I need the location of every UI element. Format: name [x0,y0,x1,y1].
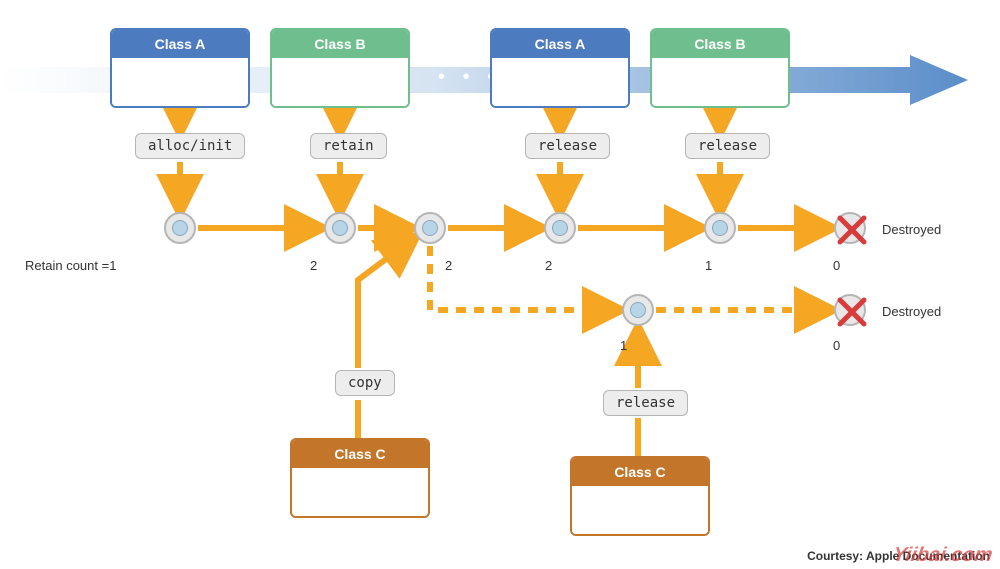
class-c-2: Class C [570,456,710,536]
class-header: Class A [112,30,248,58]
op-release-3: release [603,390,688,416]
diagram-canvas: Class A Class B • • • Class A Class B al… [0,0,1000,569]
count-2b: 2 [445,258,452,273]
destroyed-label-2: Destroyed [882,304,941,319]
count-2a: 2 [310,258,317,273]
retain-node-4 [544,212,576,244]
count-0a: 0 [833,258,840,273]
retain-node-5 [704,212,736,244]
count-1b: 1 [620,338,627,353]
class-b-2: Class B [650,28,790,108]
class-b-1: Class B [270,28,410,108]
op-copy: copy [335,370,395,396]
destroyed-node-1 [834,212,866,244]
watermark: Yiibai.com [891,544,994,567]
count-1a: 1 [705,258,712,273]
op-release-2: release [685,133,770,159]
count-2c: 2 [545,258,552,273]
op-alloc-init: alloc/init [135,133,245,159]
class-header: Class B [652,30,788,58]
class-header: Class B [272,30,408,58]
retain-node-3 [414,212,446,244]
class-c-1: Class C [290,438,430,518]
retain-node-copy-1 [622,294,654,326]
destroyed-node-2 [834,294,866,326]
retain-node-2 [324,212,356,244]
retain-count-label: Retain count =1 [25,258,116,273]
op-release-1: release [525,133,610,159]
class-header: Class C [572,458,708,486]
destroyed-label-1: Destroyed [882,222,941,237]
class-header: Class C [292,440,428,468]
retain-node-1 [164,212,196,244]
op-retain: retain [310,133,387,159]
class-header: Class A [492,30,628,58]
count-0b: 0 [833,338,840,353]
class-a-2: Class A [490,28,630,108]
class-a-1: Class A [110,28,250,108]
